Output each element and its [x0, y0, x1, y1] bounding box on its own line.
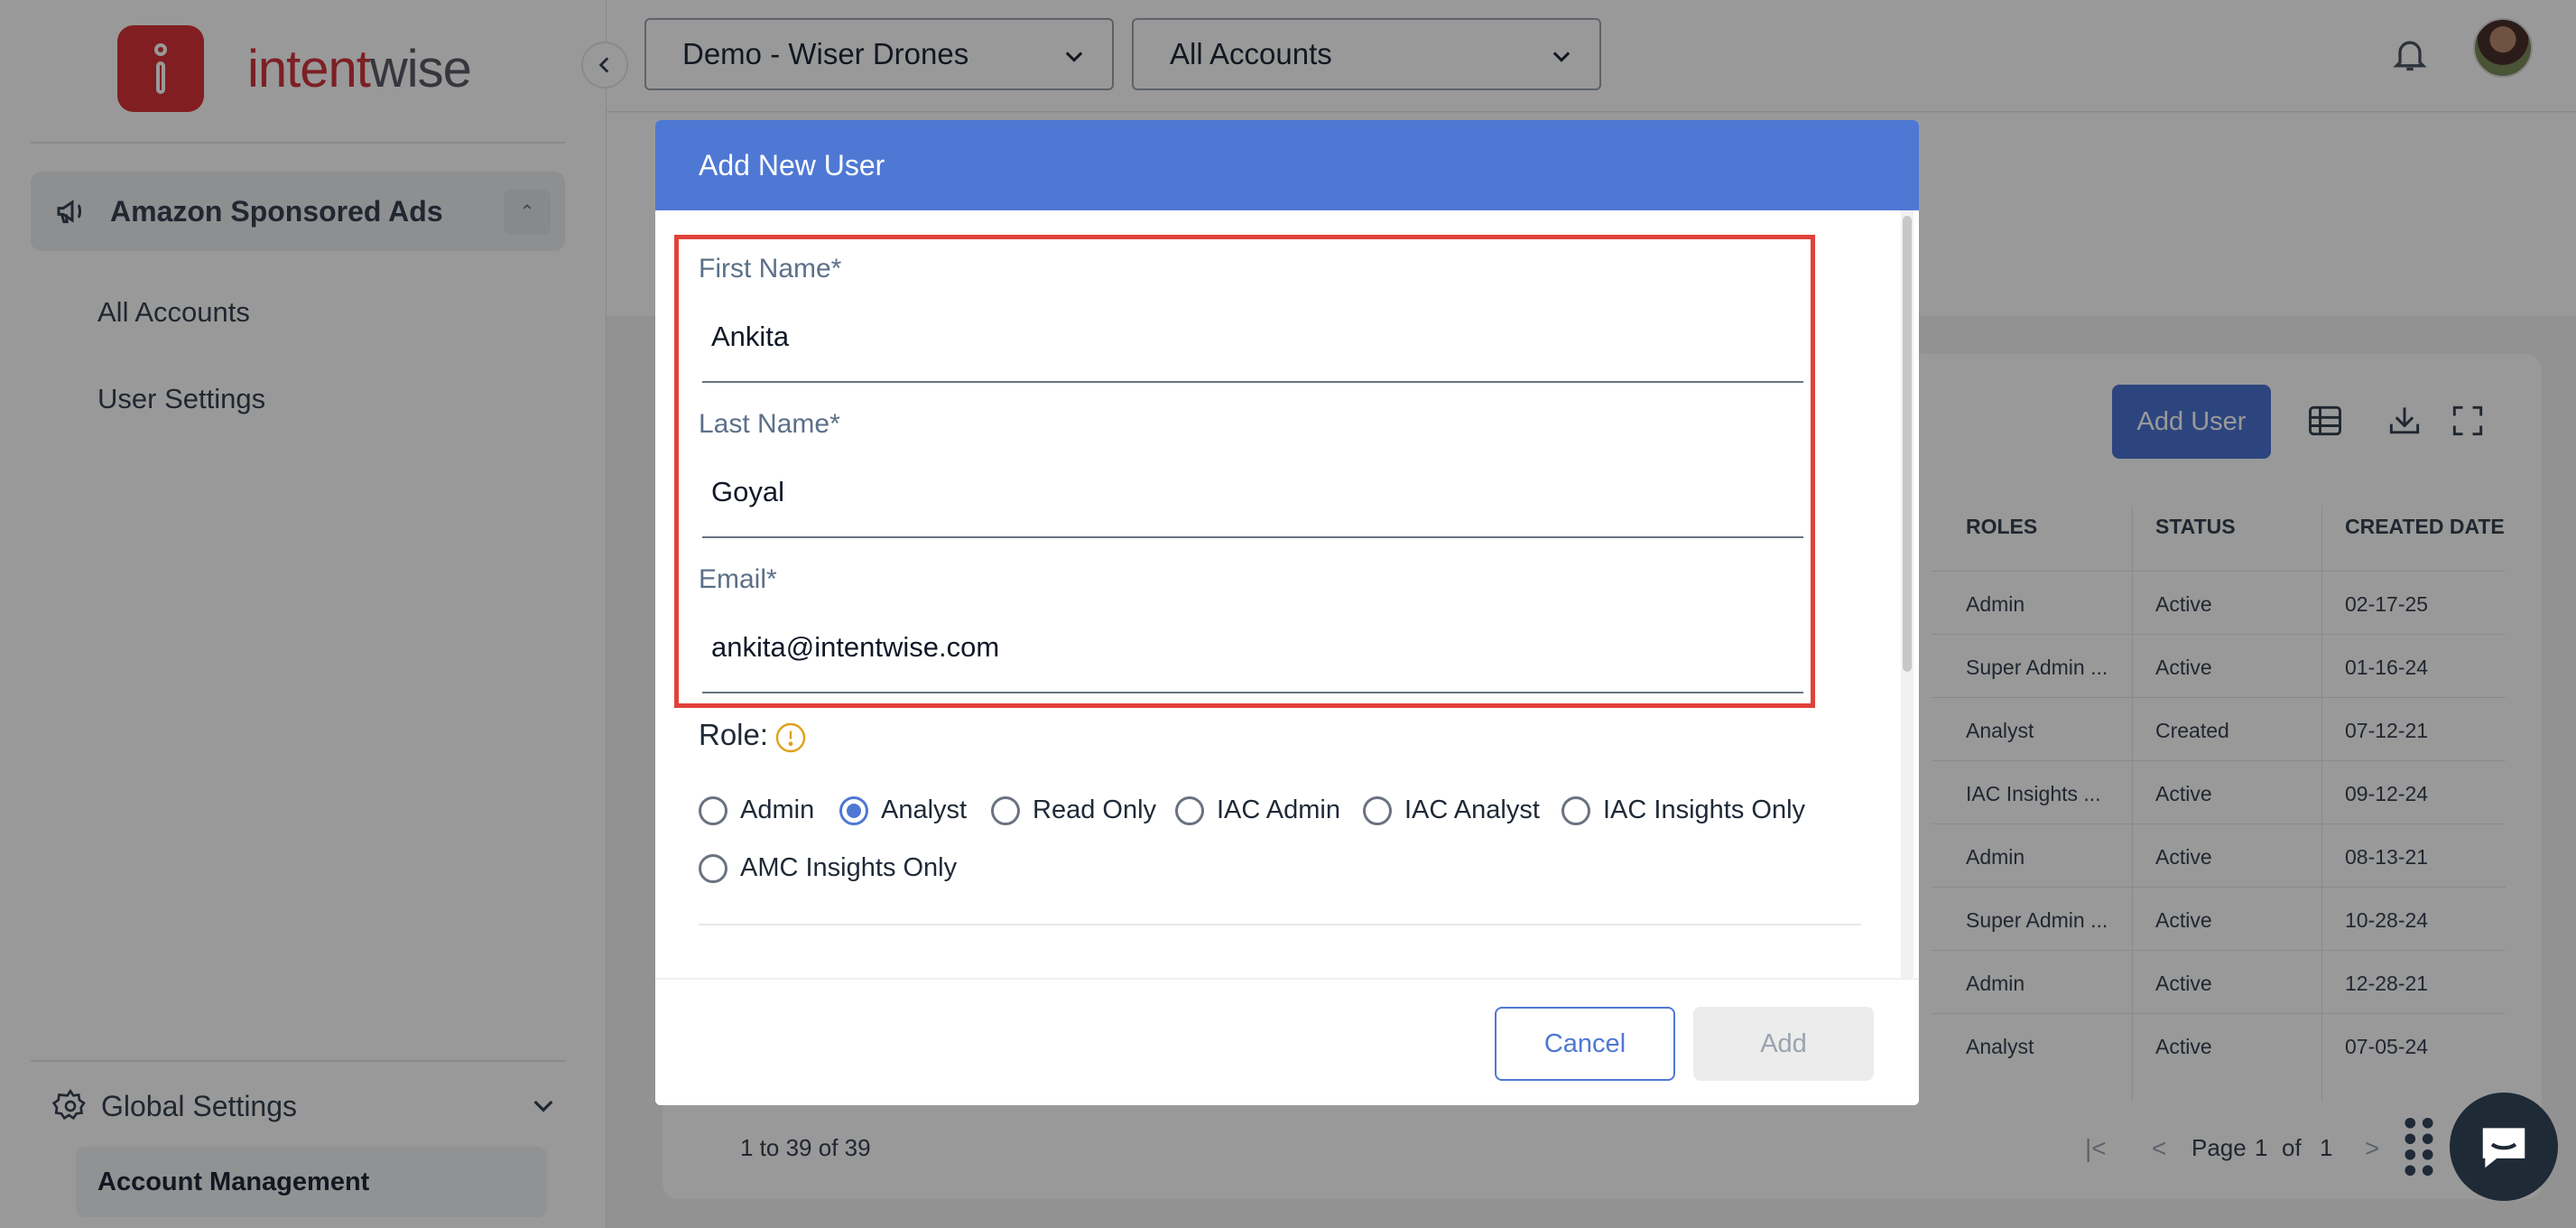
role-radio-amc-insights-only[interactable]: AMC Insights Only [699, 853, 957, 883]
radio-label: AMC Insights Only [740, 853, 958, 882]
chat-bubble-icon [2482, 1128, 2525, 1168]
role-radio-iac-admin[interactable]: IAC Admin [1175, 795, 1340, 825]
role-radio-iac-analyst[interactable]: IAC Analyst [1363, 795, 1540, 825]
chat-launcher-button[interactable] [2450, 1093, 2558, 1201]
radio-label: Analyst [881, 795, 968, 824]
cancel-button[interactable]: Cancel [1495, 1007, 1675, 1081]
form-divider [699, 924, 1861, 926]
role-radio-analyst[interactable]: Analyst [839, 795, 967, 825]
radio-circle [699, 795, 727, 825]
scrollbar-thumb[interactable] [1903, 216, 1912, 672]
radio-label: IAC Analyst [1404, 795, 1540, 824]
radio-circle [1363, 795, 1392, 825]
email-underline [702, 692, 1803, 693]
add-button[interactable]: Add [1693, 1007, 1874, 1081]
info-icon[interactable] [774, 721, 807, 754]
first-name-field[interactable]: Ankita [711, 321, 789, 353]
role-radio-iac-insights-only[interactable]: IAC Insights Only [1561, 795, 1805, 825]
last-name-field[interactable]: Goyal [711, 476, 784, 508]
radio-circle [1561, 795, 1590, 825]
modal-title: Add New User [655, 120, 1919, 210]
last-name-underline [702, 536, 1803, 538]
radio-circle [1175, 795, 1204, 825]
role-radio-read-only[interactable]: Read Only [991, 795, 1156, 825]
radio-label: IAC Insights Only [1603, 795, 1806, 824]
radio-circle-selected [839, 795, 868, 825]
modal-scrollbar[interactable] [1901, 210, 1913, 1081]
email-field[interactable]: ankita@intentwise.com [711, 631, 999, 664]
drag-handle-icon[interactable] [2403, 1116, 2435, 1179]
first-name-label: First Name* [699, 254, 842, 284]
email-label: Email* [699, 564, 777, 594]
role-label: Role: [699, 718, 769, 751]
radio-label: IAC Admin [1217, 795, 1340, 824]
last-name-label: Last Name* [699, 409, 840, 439]
add-user-modal: Add New User First Name* Ankita Last Nam… [655, 120, 1919, 1105]
radio-label: Read Only [1033, 795, 1157, 824]
first-name-underline [702, 381, 1803, 383]
modal-footer: Cancel Add [655, 978, 1919, 1105]
radio-circle [991, 795, 1020, 825]
radio-circle [699, 853, 727, 883]
radio-label: Admin [740, 795, 815, 824]
role-radio-admin[interactable]: Admin [699, 795, 814, 825]
